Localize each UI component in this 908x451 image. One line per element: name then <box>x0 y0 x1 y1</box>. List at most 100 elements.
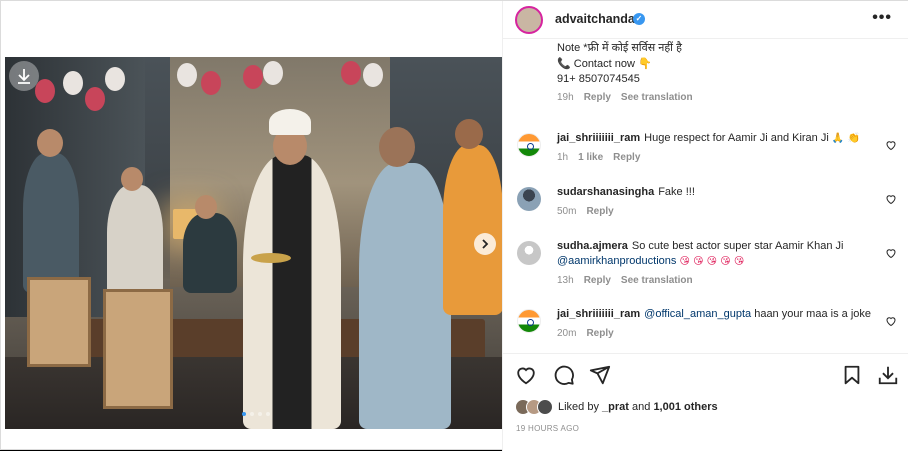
reply-button[interactable]: Reply <box>584 90 611 106</box>
carousel-indicator <box>242 412 270 416</box>
woman-head <box>379 127 415 167</box>
comment-text: Fake !!! <box>658 186 695 198</box>
carousel-dot <box>266 412 270 416</box>
caption-line: 91+ 8507074545 <box>557 73 640 85</box>
likes-count-link[interactable]: 1,001 others <box>653 401 717 413</box>
comment-body: jai_shriiiiiii_ram @offical_aman_gupta ha… <box>557 307 877 341</box>
comment-time: 20m <box>557 328 577 339</box>
comment-username[interactable]: jai_shriiiiiii_ram <box>557 132 640 144</box>
post-caption: Note *फ्री में कोई सर्विस नहीं है 📞 Cont… <box>557 41 887 105</box>
heart-icon[interactable] <box>885 315 897 327</box>
comment-meta: 1h 1 like Reply <box>557 150 877 165</box>
comment-meta: 50m Reply <box>557 204 877 219</box>
likes-conjunction: and <box>632 401 651 413</box>
comment-meta: 13h Reply See translation <box>557 273 877 288</box>
comment-text: haan your maa is a joke <box>754 308 871 320</box>
comment-time: 13h <box>557 275 574 286</box>
chevron-right-icon[interactable] <box>474 233 496 255</box>
post-action-bar <box>503 353 908 395</box>
india-flag-avatar[interactable] <box>517 133 541 157</box>
caption-meta: 19h Reply See translation <box>557 90 887 106</box>
comment-username[interactable]: sudarshanasingha <box>557 186 654 198</box>
download-icon[interactable] <box>9 61 39 91</box>
diya-plate <box>251 253 291 263</box>
comment-username[interactable]: sudha.ajmera <box>557 240 628 252</box>
post-username[interactable]: advaitchandan <box>555 12 643 26</box>
download-icon[interactable] <box>877 364 899 386</box>
reply-button[interactable]: Reply <box>586 326 613 341</box>
likes-prefix: Liked by <box>558 401 599 413</box>
woman-praying <box>359 163 451 429</box>
comment-text: Huge respect for Aamir Ji and Kiran Ji <box>644 132 829 144</box>
avatar[interactable] <box>517 187 541 211</box>
heart-icon[interactable] <box>515 364 537 386</box>
balloon <box>263 61 283 85</box>
balloon <box>85 87 105 111</box>
carousel-dot <box>250 412 254 416</box>
comment-emoji: 🙏 👏 <box>831 133 860 144</box>
bystander <box>107 185 163 305</box>
bystander-head <box>195 195 217 219</box>
balloon <box>35 79 55 103</box>
reply-button[interactable]: Reply <box>586 204 613 219</box>
carousel-dot <box>242 412 246 416</box>
comment-time: 50m <box>557 206 577 217</box>
balloon <box>363 63 383 87</box>
heart-icon[interactable] <box>885 193 897 205</box>
bystander <box>23 153 79 293</box>
man-orange-kurta <box>443 145 502 315</box>
post-photo[interactable] <box>5 57 502 429</box>
comment-body: sudha.ajmera So cute best actor super sta… <box>557 239 877 288</box>
carousel-dot <box>258 412 262 416</box>
balloon <box>63 71 83 95</box>
avatar[interactable] <box>515 6 543 34</box>
comment-likes[interactable]: 1 like <box>578 150 603 165</box>
instagram-post-window: advaitchandan ✓ ••• Note *फ्री में कोई स… <box>0 0 908 451</box>
post-side-panel: advaitchandan ✓ ••• Note *फ्री में कोई स… <box>502 1 908 451</box>
caption-line: 📞 Contact now 👇 <box>557 57 652 70</box>
india-flag-avatar[interactable] <box>517 309 541 333</box>
bystander-head <box>121 167 143 191</box>
comment-body: jai_shriiiiiii_ram Huge respect for Aamir… <box>557 131 877 165</box>
post-timestamp: 19 HOURS AGO <box>516 424 580 433</box>
heart-icon[interactable] <box>885 139 897 151</box>
chair <box>27 277 91 367</box>
see-translation-link[interactable]: See translation <box>621 90 693 106</box>
balloon <box>105 67 125 91</box>
mention-link[interactable]: @offical_aman_gupta <box>644 308 751 320</box>
bystander <box>183 213 237 293</box>
bystander-head <box>455 119 483 149</box>
avatar[interactable] <box>537 399 553 415</box>
comment-body: sudarshanasingha Fake !!! 50m Reply <box>557 185 877 219</box>
balloon <box>341 61 361 85</box>
balloon <box>243 65 263 89</box>
balloon <box>201 71 221 95</box>
comment-meta: 20m Reply <box>557 326 877 341</box>
comment-username[interactable]: jai_shriiiiiii_ram <box>557 308 640 320</box>
balloon <box>177 63 197 87</box>
send-icon[interactable] <box>589 364 611 386</box>
post-header: advaitchandan ✓ ••• <box>503 1 908 39</box>
man-with-diya <box>243 155 341 429</box>
default-avatar[interactable] <box>517 241 541 265</box>
caption-line: Note *फ्री में कोई सर्विस नहीं है <box>557 42 682 54</box>
verified-badge-icon: ✓ <box>633 13 645 25</box>
heart-icon[interactable] <box>885 247 897 259</box>
white-cap <box>269 109 311 135</box>
more-options-icon[interactable]: ••• <box>872 9 892 27</box>
comment-time: 1h <box>557 152 569 163</box>
liker-username[interactable]: _prat <box>602 401 629 413</box>
see-translation-link[interactable]: See translation <box>621 273 693 288</box>
chair <box>103 289 173 409</box>
comment-icon[interactable] <box>553 364 575 386</box>
comment-emoji: 😘 😘 😘 😘 😘 <box>679 256 745 267</box>
mention-link[interactable]: @aamirkhanproductions <box>557 255 676 267</box>
caption-time: 19h <box>557 91 574 103</box>
bystander-head <box>37 129 63 157</box>
reply-button[interactable]: Reply <box>613 150 640 165</box>
comment-text: So cute best actor super star Aamir Khan… <box>631 240 844 252</box>
likes-row: Liked by _prat and 1,001 others <box>515 399 718 415</box>
bookmark-icon[interactable] <box>841 364 863 386</box>
reply-button[interactable]: Reply <box>584 273 611 288</box>
likes-summary: Liked by _prat and 1,001 others <box>558 401 718 413</box>
